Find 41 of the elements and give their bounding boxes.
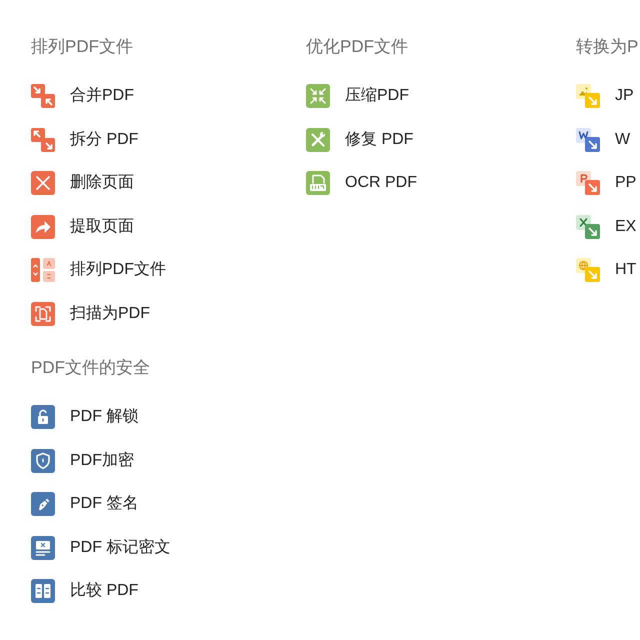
ocr-document-icon	[306, 171, 330, 196]
section-heading: 优化PDF文件	[306, 36, 408, 58]
open-padlock-icon	[31, 404, 55, 429]
pen-nib-icon	[31, 492, 55, 516]
compare-columns-icon	[31, 579, 55, 604]
section-heading: 排列PDF文件	[31, 36, 133, 58]
arrows-out-icon	[31, 128, 55, 152]
w-arrow-icon	[576, 128, 600, 152]
menu-link[interactable]: PDF 解锁	[70, 404, 138, 429]
menu-link[interactable]: HT	[615, 258, 636, 282]
p-arrow-icon	[576, 171, 600, 196]
x-arrow-icon	[576, 214, 600, 239]
menu-link[interactable]: W	[615, 128, 630, 152]
menu-link[interactable]: OCR PDF	[345, 171, 417, 196]
menu-link[interactable]: PDF加密	[70, 448, 134, 473]
menu-link[interactable]: 提取页面	[70, 214, 134, 239]
menu-link[interactable]: 拆分 PDF	[70, 128, 138, 152]
globe-arrow-icon	[576, 258, 600, 282]
menu-link[interactable]: 排列PDF文件	[70, 258, 166, 282]
wrench-screwdriver-icon	[306, 128, 330, 152]
menu-link[interactable]: 删除页面	[70, 171, 134, 196]
shield-icon	[31, 448, 55, 473]
menu-link[interactable]: PDF 标记密文	[70, 536, 170, 560]
cross-icon	[31, 171, 55, 196]
arrows-in-icon	[306, 84, 330, 108]
menu-link[interactable]: PDF 签名	[70, 492, 138, 516]
menu-link[interactable]: 压缩PDF	[345, 84, 409, 108]
menu-link[interactable]: PP	[615, 171, 636, 196]
arrows-in-icon	[31, 84, 55, 108]
menu-link[interactable]: JP	[615, 84, 634, 108]
menu-link[interactable]: 扫描为PDF	[70, 302, 150, 326]
menu-link[interactable]: 合并PDF	[70, 84, 134, 108]
section-heading: 转换为P	[576, 36, 638, 58]
menu-link[interactable]: EX	[615, 214, 636, 239]
scan-icon	[31, 302, 55, 326]
redacted-document-icon	[31, 536, 55, 560]
image-arrow-icon	[576, 84, 600, 108]
menu-link[interactable]: 修复 PDF	[345, 128, 414, 152]
sort-icon	[31, 258, 55, 282]
menu-link[interactable]: 比较 PDF	[70, 579, 138, 604]
section-heading: PDF文件的安全	[31, 356, 150, 379]
